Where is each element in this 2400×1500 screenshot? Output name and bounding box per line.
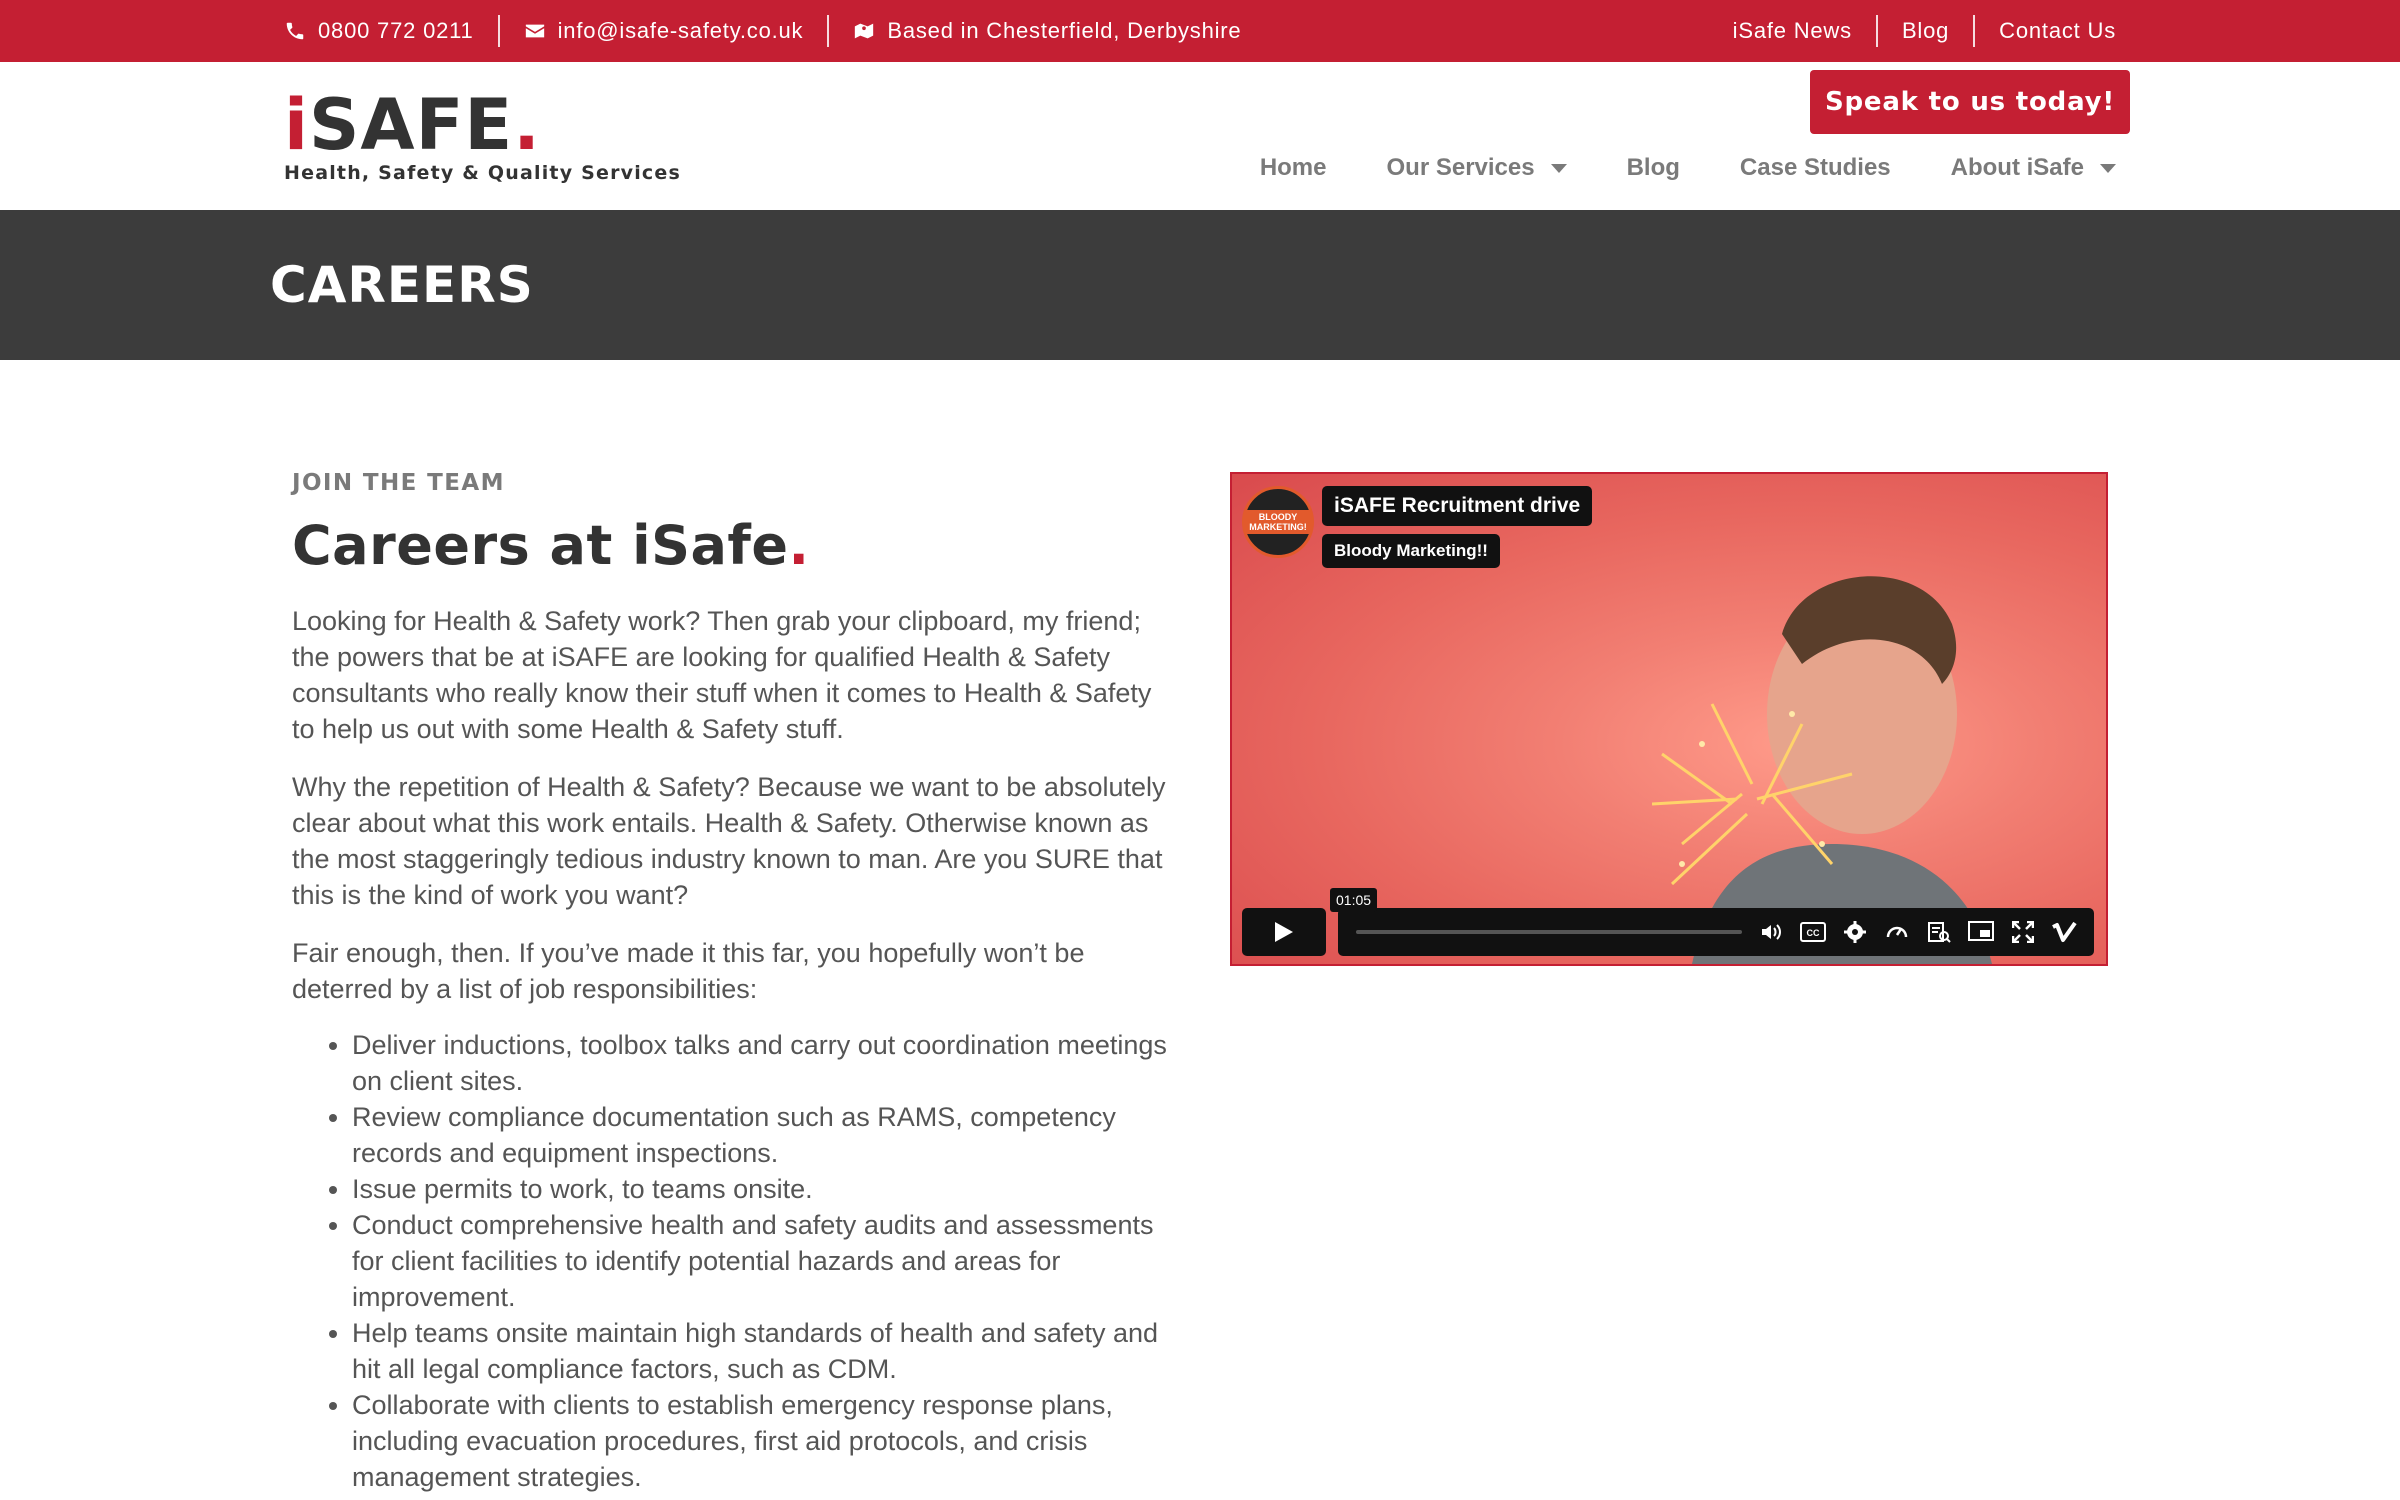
- list-item: Issue permits to work, to teams onsite.: [352, 1171, 1172, 1207]
- list-item: Collaborate with clients to establish em…: [352, 1387, 1172, 1495]
- phone-link[interactable]: 0800 772 0211: [284, 18, 474, 44]
- play-button[interactable]: [1242, 908, 1326, 956]
- divider: [1973, 15, 1976, 47]
- site-header: iSAFE. Health, Safety & Quality Services…: [0, 62, 2400, 210]
- settings-icon[interactable]: [1840, 918, 1870, 946]
- transcript-icon[interactable]: [1924, 918, 1954, 946]
- control-icons: CC: [1744, 918, 2080, 946]
- responsibilities-list: Deliver inductions, toolbox talks and ca…: [292, 1027, 1172, 1495]
- phone-number: 0800 772 0211: [318, 18, 474, 43]
- logo-wordmark: iSAFE.: [284, 84, 541, 166]
- nav-home[interactable]: Home: [1260, 154, 1327, 182]
- contact-info: 0800 772 0211 info@isafe-safety.co.uk Ba…: [284, 0, 1241, 62]
- main-nav: Home Our Services Blog Case Studies Abou…: [1200, 154, 2116, 182]
- captions-label: CC: [1807, 928, 1820, 938]
- logo[interactable]: iSAFE. Health, Safety & Quality Services: [284, 90, 681, 184]
- email-address: info@isafe-safety.co.uk: [557, 18, 804, 43]
- pip-icon[interactable]: [1966, 918, 1996, 946]
- fullscreen-icon[interactable]: [2008, 918, 2038, 946]
- divider: [497, 15, 500, 47]
- speak-to-us-button[interactable]: Speak to us today!: [1810, 70, 2130, 134]
- isafe-news-link[interactable]: iSafe News: [1733, 18, 1852, 44]
- nav-our-services[interactable]: Our Services: [1387, 154, 1567, 182]
- list-item: Help teams onsite maintain high standard…: [352, 1315, 1172, 1387]
- video-player[interactable]: BLOODY MARKETING! iSAFE Recruitment driv…: [1230, 472, 2108, 966]
- nav-blog[interactable]: Blog: [1627, 154, 1680, 182]
- top-contact-bar: 0800 772 0211 info@isafe-safety.co.uk Ba…: [0, 0, 2400, 62]
- list-item: Review compliance documentation such as …: [352, 1099, 1172, 1171]
- repetition-paragraph: Why the repetition of Health & Safety? B…: [292, 772, 1166, 910]
- chevron-down-icon: [2100, 163, 2116, 173]
- captions-icon[interactable]: CC: [1798, 918, 1828, 946]
- divider: [1875, 15, 1878, 47]
- channel-avatar[interactable]: BLOODY MARKETING!: [1242, 486, 1314, 558]
- channel-avatar-text: BLOODY MARKETING!: [1245, 510, 1311, 534]
- nav-label: Our Services: [1386, 154, 1535, 181]
- divider: [827, 15, 830, 47]
- page-title: CAREERS: [270, 256, 534, 314]
- play-icon: [1275, 922, 1293, 942]
- progress-bar[interactable]: [1356, 930, 1742, 934]
- video-duration: 01:05: [1330, 888, 1378, 912]
- nav-about-isafe[interactable]: About iSafe: [1951, 154, 2116, 182]
- nav-label: Home: [1259, 154, 1327, 181]
- section-heading: Careers at iSafe.: [292, 514, 1172, 577]
- vimeo-icon[interactable]: [2050, 918, 2080, 946]
- envelope-icon: [525, 24, 544, 38]
- video-controls: CC: [1338, 908, 2094, 956]
- responsibilities-intro: Fair enough, then. If you’ve made it thi…: [292, 938, 1085, 1004]
- logo-tagline: Health, Safety & Quality Services: [284, 162, 681, 184]
- nav-case-studies[interactable]: Case Studies: [1740, 154, 1891, 182]
- nav-label: Blog: [1626, 154, 1680, 181]
- section-eyebrow: JOIN THE TEAM: [292, 470, 505, 496]
- location-text: Based in Chesterfield, Derbyshire: [887, 18, 1242, 43]
- location-info: Based in Chesterfield, Derbyshire: [853, 18, 1241, 44]
- volume-icon[interactable]: [1756, 918, 1786, 946]
- video-thumbnail-person: [1652, 576, 1992, 964]
- nav-label: Case Studies: [1739, 154, 1891, 181]
- video-channel[interactable]: Bloody Marketing!!: [1322, 534, 1500, 568]
- video-title[interactable]: iSAFE Recruitment drive: [1322, 486, 1593, 526]
- utility-links: iSafe News Blog Contact Us: [1733, 0, 2116, 62]
- careers-content: JOIN THE TEAM Careers at iSafe. Looking …: [292, 470, 1172, 1495]
- heading-text: Careers at iSafe: [292, 514, 789, 577]
- heading-dot: .: [788, 514, 810, 577]
- list-item: Conduct comprehensive health and safety …: [352, 1207, 1172, 1315]
- blog-top-link[interactable]: Blog: [1902, 18, 1949, 44]
- chevron-down-icon: [1550, 163, 1567, 173]
- page-title-band: CAREERS: [0, 210, 2400, 360]
- contact-us-link[interactable]: Contact Us: [1999, 18, 2116, 44]
- list-item: Deliver inductions, toolbox talks and ca…: [352, 1027, 1172, 1099]
- intro-paragraph: Looking for Health & Safety work? Then g…: [292, 606, 1152, 744]
- map-marker-icon: [855, 23, 874, 39]
- phone-icon: [286, 22, 304, 40]
- nav-label: About iSafe: [1950, 154, 2084, 181]
- email-link[interactable]: info@isafe-safety.co.uk: [524, 18, 804, 44]
- speed-icon[interactable]: [1882, 918, 1912, 946]
